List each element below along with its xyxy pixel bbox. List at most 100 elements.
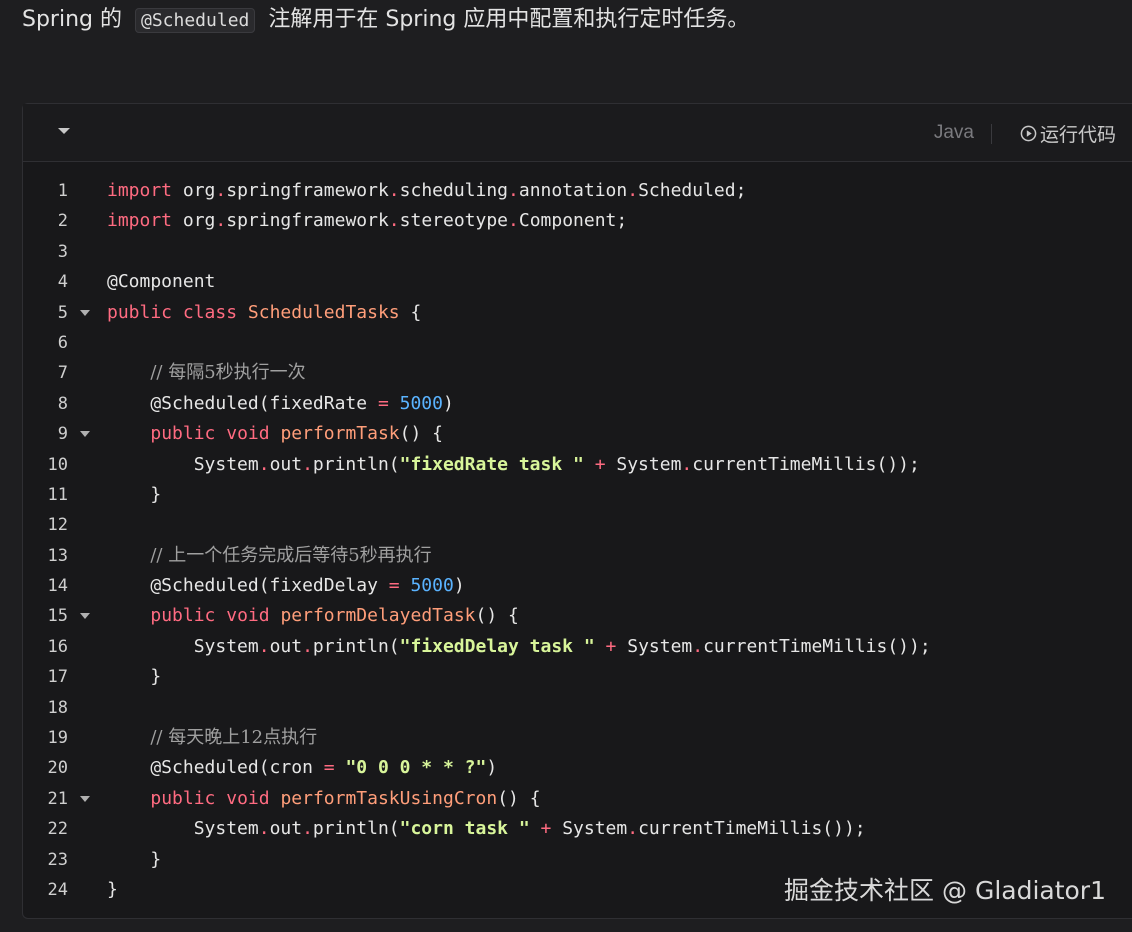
line-number: 18 — [47, 697, 68, 718]
intro-text-before: Spring 的 — [22, 7, 122, 32]
code-token-punct: . — [388, 210, 400, 232]
code-token-plain: springframework — [226, 210, 389, 232]
fold-arrow-icon[interactable] — [80, 309, 90, 316]
code-content: import org.springframework.scheduling.an… — [107, 176, 746, 206]
code-line: 4 @Component — [23, 267, 1132, 297]
code-token-plain: out — [269, 818, 303, 840]
line-number: 24 — [47, 879, 68, 900]
code-content: import org.springframework.stereotype.Co… — [107, 206, 627, 236]
code-content: public void performDelayedTask() { — [107, 601, 519, 631]
inline-code-scheduled: @Scheduled — [135, 8, 256, 33]
code-token-plain: stereotype — [399, 210, 509, 232]
code-line: 13 // 上一个任务完成后等待5秒再执行 — [23, 541, 1132, 571]
code-line: 12 — [23, 510, 1132, 540]
language-label: Java — [933, 122, 974, 143]
code-token-plain: currentTimeMillis()); — [703, 635, 931, 657]
code-token-punct: . — [258, 635, 270, 657]
code-token-plain: System — [107, 453, 259, 475]
code-line: 18 — [23, 693, 1132, 723]
code-token-plain: currentTimeMillis()); — [692, 453, 920, 475]
code-body[interactable]: 1 import org.springframework.scheduling.a… — [23, 176, 1132, 905]
code-token-punct: + — [594, 453, 606, 475]
code-token-plain: println( — [312, 635, 400, 657]
code-token-plain: Component; — [518, 210, 628, 232]
code-token-number: 5000 — [399, 392, 443, 414]
code-token-keyword: void — [226, 605, 270, 627]
code-token-plain: @Component — [107, 271, 216, 293]
code-token-plain: ) — [442, 392, 454, 414]
chevron-down-icon[interactable] — [57, 124, 71, 138]
code-token-plain: scheduling — [399, 180, 509, 201]
code-token-keyword: public — [150, 605, 216, 627]
code-token-plain: Scheduled; — [638, 180, 747, 201]
code-token-keyword: void — [226, 787, 270, 809]
code-content: // 上一个任务完成后等待5秒再执行 — [107, 541, 432, 571]
line-number: 2 — [57, 211, 68, 232]
code-content: @Component — [107, 267, 215, 297]
play-circle-icon — [1020, 125, 1037, 141]
code-token-plain: { — [399, 301, 422, 323]
code-token-number: 5000 — [410, 575, 454, 597]
code-token-plain: System — [605, 453, 682, 475]
code-content: System.out.println("corn task " + System… — [107, 814, 866, 844]
code-content: } — [107, 662, 161, 692]
code-token-keyword: public — [107, 301, 173, 323]
code-content: // 每隔5秒执行一次 — [107, 358, 305, 388]
code-token-punct: . — [258, 818, 270, 840]
code-token-comment: // 上一个任务完成后等待5秒再执行 — [150, 544, 432, 566]
fold-arrow-icon[interactable] — [80, 613, 90, 620]
fold-arrow-icon[interactable] — [80, 431, 90, 438]
code-token-punct: . — [388, 180, 400, 201]
code-token-plain: @Scheduled(fixedDelay — [107, 575, 389, 597]
code-token-punct: . — [627, 818, 639, 840]
code-line: 16 System.out.println("fixedDelay task "… — [23, 632, 1132, 662]
line-number: 9 — [57, 424, 68, 445]
code-content: // 每天晚上12点执行 — [107, 723, 317, 753]
run-code-button[interactable]: 运行代码 — [1020, 119, 1116, 147]
code-content: } — [107, 875, 118, 905]
line-number: 15 — [47, 606, 68, 627]
code-token-plain: println( — [312, 453, 400, 475]
code-token-method: performDelayedTask — [280, 605, 476, 627]
code-line: 7 // 每隔5秒执行一次 — [23, 358, 1132, 388]
code-token-punct: = — [377, 392, 389, 414]
code-token-plain: println( — [312, 818, 400, 840]
code-token-punct: . — [302, 635, 313, 657]
code-token-punct: . — [215, 210, 227, 232]
code-token-keyword: class — [182, 301, 238, 323]
fold-arrow-icon[interactable] — [80, 795, 90, 802]
code-token-keyword: import — [107, 210, 173, 232]
code-content: public void performTaskUsingCron() { — [107, 784, 541, 814]
code-token-comment: // 每天晚上12点执行 — [150, 727, 318, 749]
code-token-punct: . — [681, 453, 693, 475]
code-token-plain: System — [107, 818, 259, 840]
code-token-plain: currentTimeMillis()); — [638, 818, 866, 840]
line-number: 4 — [57, 272, 68, 293]
watermark: 掘金技术社区 @ Gladiator1 — [784, 876, 1106, 905]
code-line: 17 } — [23, 662, 1132, 692]
line-number: 22 — [47, 819, 68, 840]
intro-text-after: 注解用于在 Spring 应用中配置和执行定时任务。 — [268, 7, 750, 32]
code-token-plain: @Scheduled(cron — [107, 757, 324, 779]
code-line: 6 — [23, 328, 1132, 358]
code-token-plain: ) — [453, 575, 465, 597]
line-number: 3 — [57, 241, 68, 262]
code-line: 3 — [23, 237, 1132, 267]
code-line: 15 public void performDelayedTask() { — [23, 601, 1132, 631]
code-token-plain: System — [551, 818, 628, 840]
code-token-plain: } — [107, 848, 162, 870]
code-line: 9 public void performTask() { — [23, 419, 1132, 449]
code-content: } — [107, 480, 161, 510]
code-block-header: Java 运行代码 — [23, 104, 1132, 162]
code-token-punct: = — [323, 757, 335, 779]
code-token-plain: () { — [497, 787, 541, 809]
code-token-punct: . — [508, 180, 519, 201]
line-number: 7 — [57, 363, 68, 384]
code-token-plain: annotation — [518, 180, 628, 201]
